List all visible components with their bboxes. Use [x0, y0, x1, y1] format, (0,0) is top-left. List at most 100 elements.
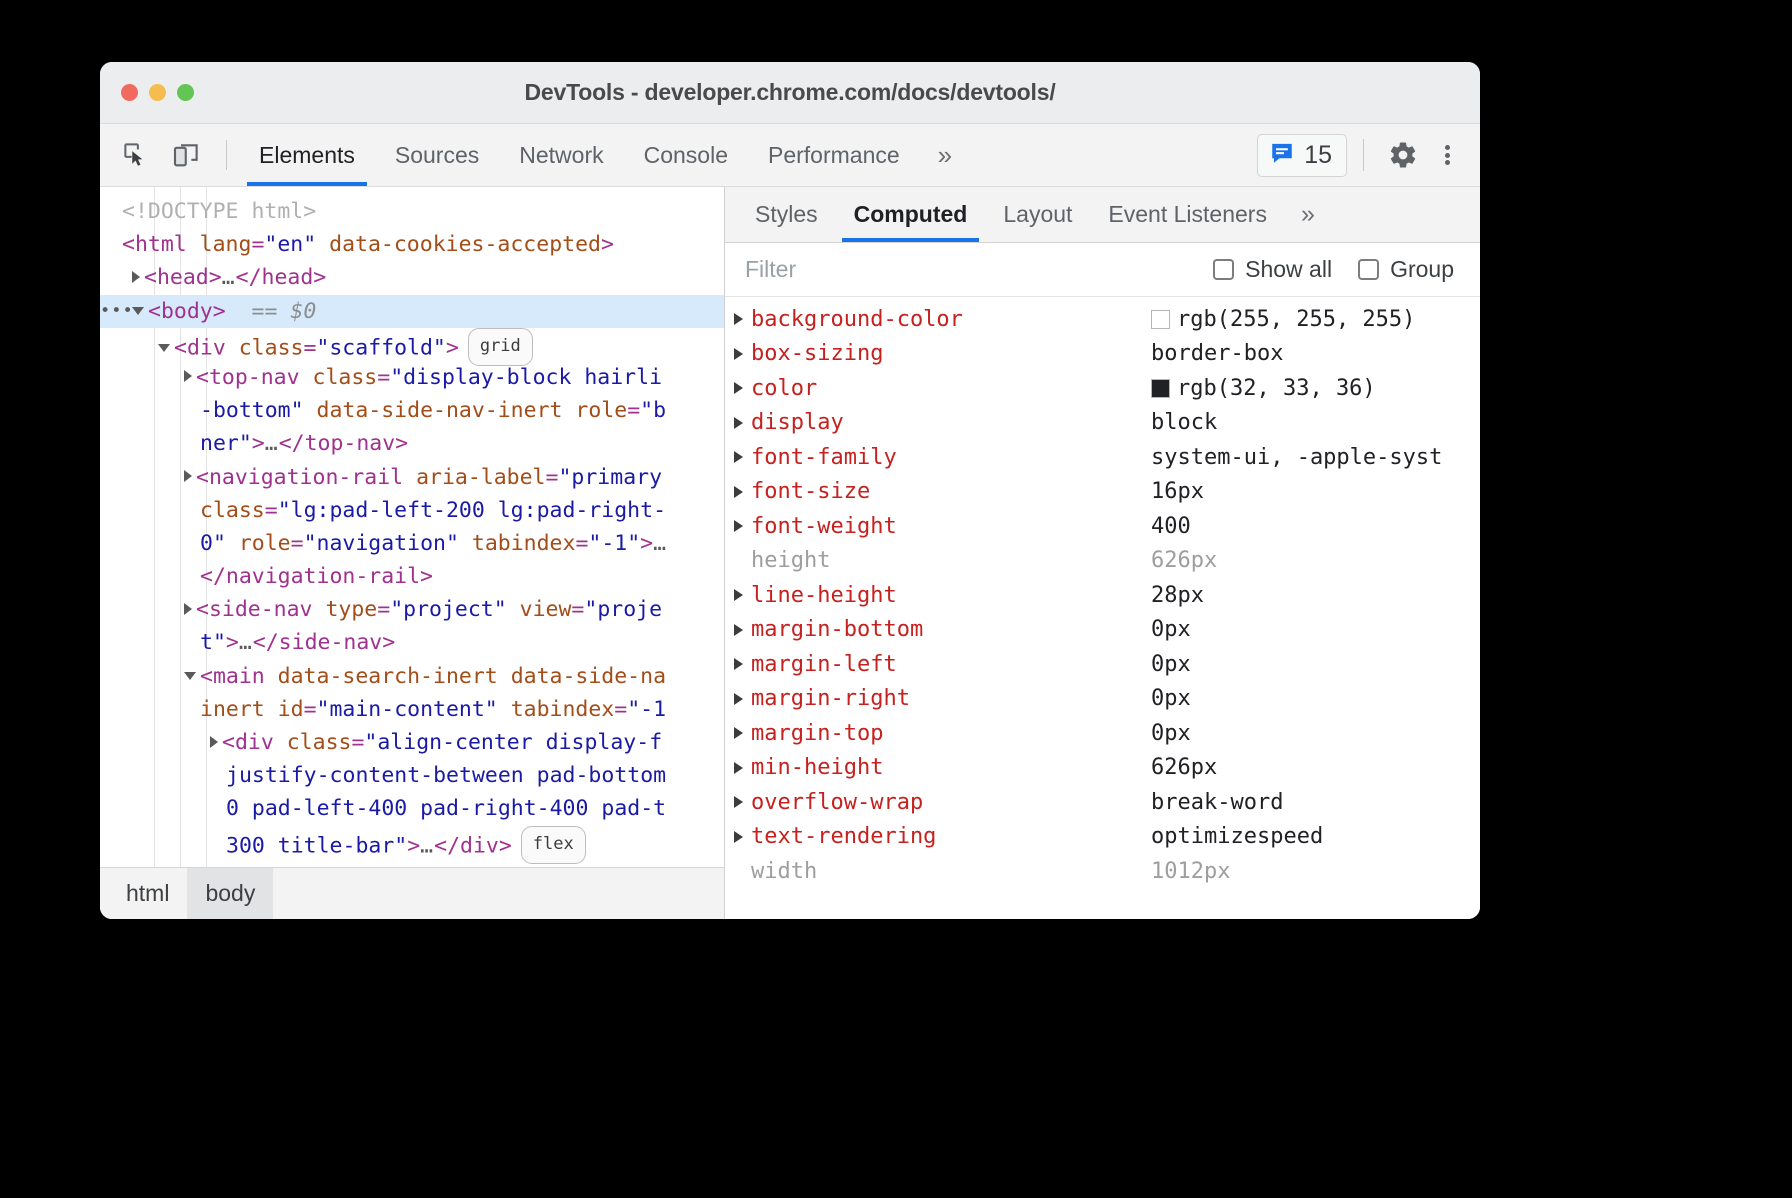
dom-node[interactable]: <top-nav class="display-block hairli: [100, 361, 724, 394]
device-toolbar-icon[interactable]: [164, 133, 208, 177]
dom-node[interactable]: -bottom" data-side-nav-inert role="b: [100, 394, 724, 427]
dom-node[interactable]: <!DOCTYPE html>: [100, 195, 724, 228]
group-checkbox-group[interactable]: Group: [1358, 256, 1454, 283]
dom-token: …: [222, 265, 236, 290]
collapse-twisty-icon[interactable]: [184, 672, 196, 680]
dom-node[interactable]: class="lg:pad-left-200 lg:pad-right-: [100, 494, 724, 527]
dom-node[interactable]: <side-nav type="project" view="proje: [100, 593, 724, 626]
computed-property-row[interactable]: margin-bottom0px: [725, 613, 1480, 648]
dom-node[interactable]: <div class="align-center display-f: [100, 726, 724, 759]
more-tabs-icon[interactable]: »: [920, 124, 970, 186]
computed-property-row[interactable]: background-colorrgb(255, 255, 255): [725, 302, 1480, 337]
property-expand-twisty-icon[interactable]: [725, 589, 751, 601]
computed-property-row[interactable]: box-sizingborder-box: [725, 337, 1480, 372]
dom-node[interactable]: <div class="scaffold">grid: [100, 328, 724, 361]
dom-node[interactable]: 300 title-bar">…</div>flex: [100, 826, 724, 859]
dom-node[interactable]: <navigation-rail aria-label="primary: [100, 461, 724, 494]
expand-twisty-icon[interactable]: [184, 470, 192, 482]
tab-layout[interactable]: Layout: [985, 187, 1090, 242]
inspect-element-icon[interactable]: [114, 133, 158, 177]
property-expand-twisty-icon[interactable]: [725, 313, 751, 325]
property-expand-twisty-icon[interactable]: [725, 382, 751, 394]
dom-tree[interactable]: <!DOCTYPE html><html lang="en" data-cook…: [100, 187, 724, 867]
tab-elements[interactable]: Elements: [239, 124, 375, 186]
breadcrumb-item-html[interactable]: html: [108, 868, 187, 919]
tab-console[interactable]: Console: [624, 124, 748, 186]
dom-node[interactable]: ner">…</top-nav>: [100, 427, 724, 460]
computed-property-row[interactable]: text-renderingoptimizespeed: [725, 820, 1480, 855]
property-expand-twisty-icon[interactable]: [725, 451, 751, 463]
show-all-checkbox-group[interactable]: Show all: [1213, 256, 1332, 283]
property-value: rgb(32, 33, 36): [1151, 376, 1376, 401]
expand-twisty-icon[interactable]: [184, 370, 192, 382]
computed-property-row[interactable]: font-weight400: [725, 509, 1480, 544]
expand-twisty-icon[interactable]: [132, 271, 140, 283]
property-value-text: 0px: [1151, 721, 1191, 746]
computed-property-row[interactable]: colorrgb(32, 33, 36): [725, 371, 1480, 406]
tab-event-listeners[interactable]: Event Listeners: [1090, 187, 1285, 242]
filter-input[interactable]: Filter: [745, 256, 796, 283]
computed-property-row[interactable]: min-height626px: [725, 751, 1480, 786]
group-checkbox[interactable]: [1358, 259, 1379, 280]
collapse-twisty-icon[interactable]: [158, 344, 170, 352]
dom-token: =: [571, 597, 584, 622]
computed-property-row[interactable]: overflow-wrapbreak-word: [725, 785, 1480, 820]
computed-properties-list[interactable]: background-colorrgb(255, 255, 255)box-si…: [725, 297, 1480, 919]
expand-twisty-icon[interactable]: [210, 736, 218, 748]
property-expand-twisty-icon[interactable]: [725, 658, 751, 670]
dom-token: …: [653, 531, 667, 556]
property-expand-twisty-icon[interactable]: [725, 417, 751, 429]
computed-property-row[interactable]: margin-top0px: [725, 716, 1480, 751]
dom-node[interactable]: <head>…</head>: [100, 261, 724, 294]
property-value: 1012px: [1151, 859, 1230, 884]
color-swatch[interactable]: [1151, 310, 1170, 329]
property-expand-twisty-icon[interactable]: [725, 796, 751, 808]
maximize-window-button[interactable]: [177, 84, 194, 101]
property-expand-twisty-icon[interactable]: [725, 520, 751, 532]
computed-property-row[interactable]: displayblock: [725, 406, 1480, 441]
panel-tab-list: Elements Sources Network Console Perform…: [239, 124, 970, 186]
computed-property-row[interactable]: margin-right0px: [725, 682, 1480, 717]
computed-property-row[interactable]: line-height28px: [725, 578, 1480, 613]
expand-twisty-icon[interactable]: [184, 603, 192, 615]
tab-computed[interactable]: Computed: [836, 187, 986, 242]
issues-badge[interactable]: 15: [1257, 134, 1347, 177]
dom-node[interactable]: <main data-search-inert data-side-na: [100, 660, 724, 693]
node-overflow-dots[interactable]: •••: [100, 295, 134, 328]
tab-styles[interactable]: Styles: [737, 187, 836, 242]
computed-property-row[interactable]: font-familysystem-ui, -apple-syst: [725, 440, 1480, 475]
dom-node-selected[interactable]: •••<body> == $0: [100, 295, 724, 328]
property-expand-twisty-icon[interactable]: [725, 624, 751, 636]
computed-property-row[interactable]: height626px: [725, 544, 1480, 579]
property-expand-twisty-icon[interactable]: [725, 486, 751, 498]
property-value: 0px: [1151, 652, 1191, 677]
tab-network[interactable]: Network: [499, 124, 623, 186]
tab-sources[interactable]: Sources: [375, 124, 499, 186]
property-expand-twisty-icon[interactable]: [725, 348, 751, 360]
computed-property-row[interactable]: font-size16px: [725, 475, 1480, 510]
property-expand-twisty-icon[interactable]: [725, 831, 751, 843]
close-window-button[interactable]: [121, 84, 138, 101]
collapse-twisty-icon[interactable]: [132, 307, 144, 315]
breadcrumb-item-body[interactable]: body: [187, 868, 273, 919]
dom-node[interactable]: inert id="main-content" tabindex="-1: [100, 693, 724, 726]
tab-performance[interactable]: Performance: [748, 124, 920, 186]
sidebar-more-tabs-icon[interactable]: »: [1285, 187, 1331, 242]
minimize-window-button[interactable]: [149, 84, 166, 101]
dom-node[interactable]: 0" role="navigation" tabindex="-1">…: [100, 527, 724, 560]
dom-node[interactable]: </navigation-rail>: [100, 560, 724, 593]
gear-icon[interactable]: [1380, 132, 1426, 178]
property-expand-twisty-icon[interactable]: [725, 693, 751, 705]
dom-node[interactable]: justify-content-between pad-bottom: [100, 759, 724, 792]
property-expand-twisty-icon[interactable]: [725, 762, 751, 774]
kebab-menu-icon[interactable]: [1430, 132, 1464, 178]
layout-badge-flex[interactable]: flex: [521, 826, 586, 864]
computed-property-row[interactable]: width1012px: [725, 854, 1480, 889]
dom-node[interactable]: <html lang="en" data-cookies-accepted>: [100, 228, 724, 261]
dom-node[interactable]: 0 pad-left-400 pad-right-400 pad-t: [100, 792, 724, 825]
color-swatch[interactable]: [1151, 379, 1170, 398]
property-expand-twisty-icon[interactable]: [725, 727, 751, 739]
computed-property-row[interactable]: margin-left0px: [725, 647, 1480, 682]
show-all-checkbox[interactable]: [1213, 259, 1234, 280]
dom-node[interactable]: t">…</side-nav>: [100, 626, 724, 659]
